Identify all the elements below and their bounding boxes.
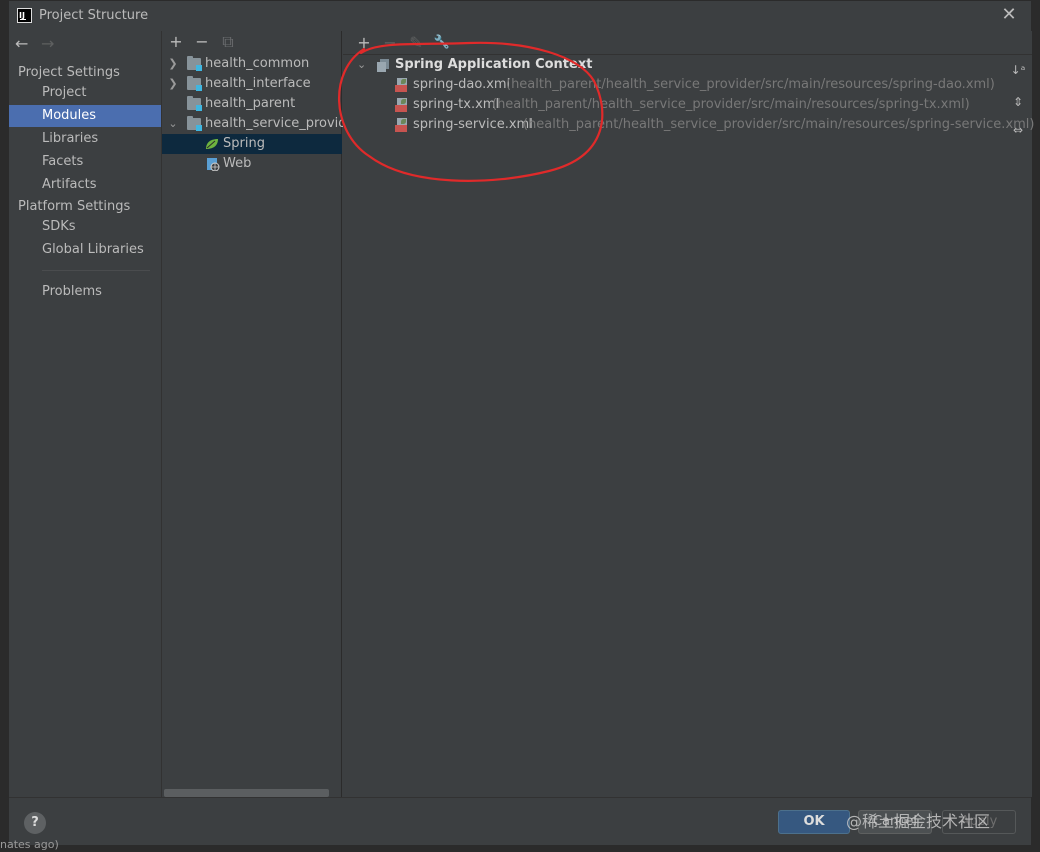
spring-xml-file-icon [395,78,407,92]
cropped-background-text: nates ago) [0,838,59,851]
spring-xml-file-icon [395,118,407,132]
remove-context-icon[interactable]: − [381,34,399,52]
spring-leaf-icon [206,139,218,149]
file-name: spring-tx.xml [413,97,500,112]
horizontal-scrollbar[interactable] [164,789,329,797]
tree-label: Spring [223,136,265,151]
section-project-settings: Project Settings [18,65,120,80]
forward-arrow-icon[interactable]: → [41,33,57,55]
context-file-row[interactable]: spring-tx.xml (health_parent/health_serv… [395,95,1025,115]
intellij-app-icon: IJ [17,8,32,23]
facet-toolbar: + − ✎ 🔧 [343,31,1032,55]
wrench-icon[interactable]: 🔧 [433,34,451,52]
project-structure-dialog: IJ Project Structure ✕ ← → Project Setti… [8,0,1034,845]
modules-toolbar: + − ⧉ [162,31,341,53]
chevron-down-icon[interactable]: ⌄ [168,114,178,134]
close-button[interactable]: ✕ [999,5,1019,25]
apply-button[interactable]: Apply [942,810,1016,834]
file-path: (health_parent/health_service_provider/s… [506,77,995,92]
title-bar: IJ Project Structure ✕ [9,1,1031,31]
nav-item-problems[interactable]: Problems [9,281,161,303]
tree-item-health-interface[interactable]: ❯ health_interface [162,74,342,94]
chevron-right-icon[interactable]: ❯ [168,54,178,74]
web-facet-icon [207,158,220,171]
module-folder-icon [187,56,202,71]
collapse-all-icon[interactable]: ⇔ [1010,121,1026,139]
module-folder-icon [187,116,202,131]
settings-nav: ← → Project Settings Project Modules Lib… [9,31,162,797]
context-files-icon [377,59,389,72]
file-name: spring-dao.xml [413,77,511,92]
module-folder-icon [187,76,202,91]
add-module-icon[interactable]: + [168,33,184,51]
expand-all-icon[interactable]: ⇕ [1010,93,1026,111]
copy-module-icon[interactable]: ⧉ [220,33,236,51]
nav-item-libraries[interactable]: Libraries [9,128,161,150]
nav-history: ← → [15,33,57,55]
tree-item-health-service-provider[interactable]: ⌄ health_service_provider [162,114,360,134]
tree-label: health_parent [205,96,296,111]
nav-item-global-libraries[interactable]: Global Libraries [9,239,161,261]
context-file-row[interactable]: spring-dao.xml (health_parent/health_ser… [395,75,1025,95]
spring-facet-panel: + − ✎ 🔧 ⌄ Spring Application Context spr… [343,31,1034,797]
context-file-row[interactable]: spring-service.xml (health_parent/health… [395,115,1034,135]
ok-button[interactable]: OK [778,810,850,834]
spring-xml-file-icon [395,98,407,112]
modules-panel: + − ⧉ ❯ health_common ❯ health_interface… [162,31,360,797]
chevron-down-icon[interactable]: ⌄ [357,55,366,75]
tree-label: health_common [205,56,310,71]
remove-module-icon[interactable]: − [194,33,210,51]
section-platform-settings: Platform Settings [18,199,131,214]
back-arrow-icon[interactable]: ← [15,33,31,55]
tree-item-health-parent[interactable]: health_parent [162,94,342,114]
dialog-button-bar: ? OK Cancel Apply [9,797,1031,845]
add-context-icon[interactable]: + [355,34,373,52]
nav-divider [42,270,150,271]
nav-item-artifacts[interactable]: Artifacts [9,174,161,196]
nav-item-project[interactable]: Project [9,82,161,104]
tree-label: health_interface [205,76,311,91]
tree-label: Web [223,156,252,171]
tree-item-health-common[interactable]: ❯ health_common [162,54,342,74]
sort-alphabetically-icon[interactable]: ↓ᵃ [1010,61,1026,79]
tree-item-spring-facet[interactable]: Spring [162,134,342,154]
context-row-spring-application-context[interactable]: ⌄ Spring Application Context [357,55,617,75]
file-path: (health_parent/health_service_provider/s… [523,117,1035,132]
tree-label: health_service_provider [205,116,360,131]
chevron-right-icon[interactable]: ❯ [168,74,178,94]
nav-item-sdks[interactable]: SDKs [9,216,161,238]
edit-context-icon[interactable]: ✎ [407,34,425,52]
file-path: (health_parent/health_service_provider/s… [492,97,970,112]
nav-item-facets[interactable]: Facets [9,151,161,173]
context-title: Spring Application Context [395,57,593,72]
module-folder-icon [187,96,202,111]
nav-item-modules[interactable]: Modules [9,105,161,127]
window-title: Project Structure [39,8,149,23]
cancel-button[interactable]: Cancel [858,810,932,834]
file-name: spring-service.xml [413,117,533,132]
tree-item-web-facet[interactable]: Web [162,154,342,174]
help-button[interactable]: ? [24,812,46,834]
